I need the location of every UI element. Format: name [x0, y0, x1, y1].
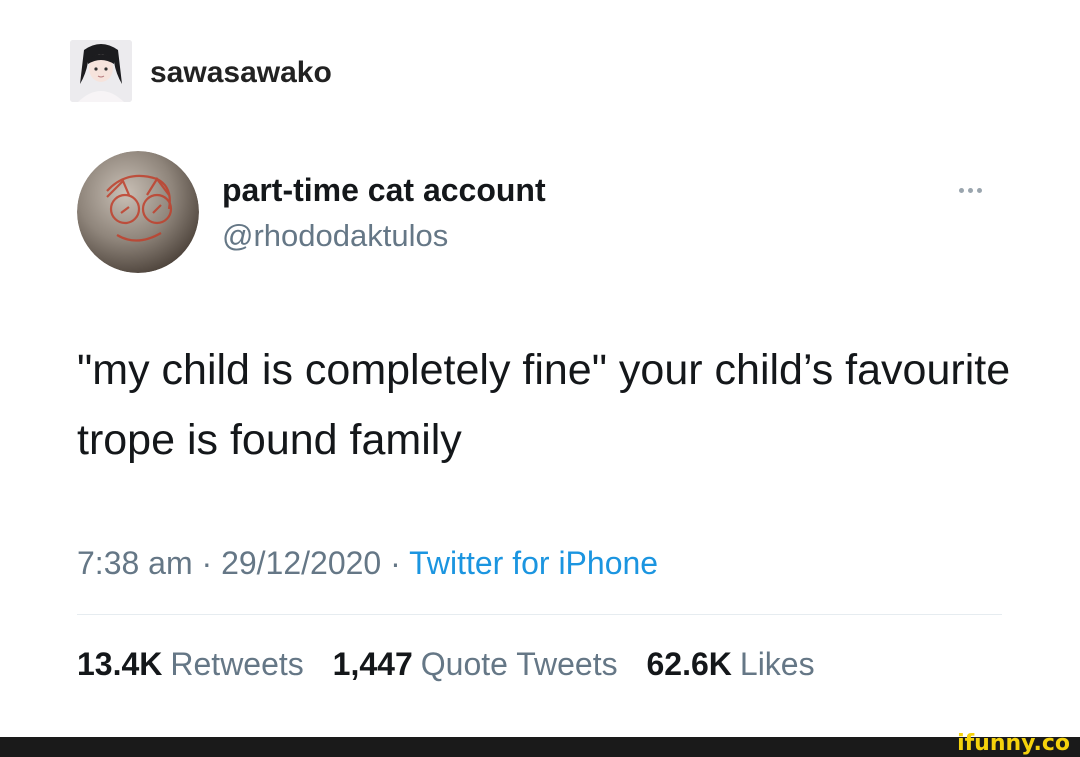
ifunny-watermark: ifunny.co [957, 731, 1070, 756]
retweets-label: Retweets [170, 646, 304, 682]
likes-label: Likes [739, 646, 815, 682]
retweets-count: 13.4K [77, 646, 163, 682]
tumblr-username[interactable]: sawasawako [150, 55, 332, 91]
tweet-time[interactable]: 7:38 am [77, 545, 193, 581]
tweet-avatar[interactable] [77, 151, 199, 273]
likes-stat[interactable]: 62.6K Likes [647, 646, 815, 682]
quote-tweets-label: Quote Tweets [420, 646, 618, 682]
user-handle[interactable]: @rhododaktulos [222, 216, 448, 256]
display-name[interactable]: part-time cat account [222, 170, 546, 210]
tweet-stats: 13.4K Retweets 1,447 Quote Tweets 62.6K Lik… [77, 642, 835, 686]
watermark-bar: ifunny.co [0, 731, 1080, 757]
divider [77, 614, 1002, 615]
dot [958, 187, 964, 193]
meta-separator: · [390, 545, 401, 581]
dot [967, 187, 973, 193]
tweet-date[interactable]: 29/12/2020 [221, 545, 381, 581]
quote-tweets-stat[interactable]: 1,447 Quote Tweets [333, 646, 618, 682]
dot [976, 187, 982, 193]
tumblr-avatar[interactable] [70, 40, 132, 102]
cat-sketch-avatar-image [77, 151, 199, 273]
tweet-meta: 7:38 am · 29/12/2020 · Twitter for iPhon… [77, 541, 658, 585]
tweet-source-link[interactable]: Twitter for iPhone [409, 545, 658, 581]
tweet-text: "my child is completely fine" your child… [77, 346, 1011, 464]
likes-count: 62.6K [646, 646, 732, 682]
retweets-stat[interactable]: 13.4K Retweets [77, 646, 304, 682]
quote-tweets-count: 1,447 [332, 646, 413, 682]
anime-avatar-image [70, 40, 132, 102]
meta-separator: · [201, 545, 213, 581]
ellipsis-icon[interactable] [950, 180, 990, 200]
